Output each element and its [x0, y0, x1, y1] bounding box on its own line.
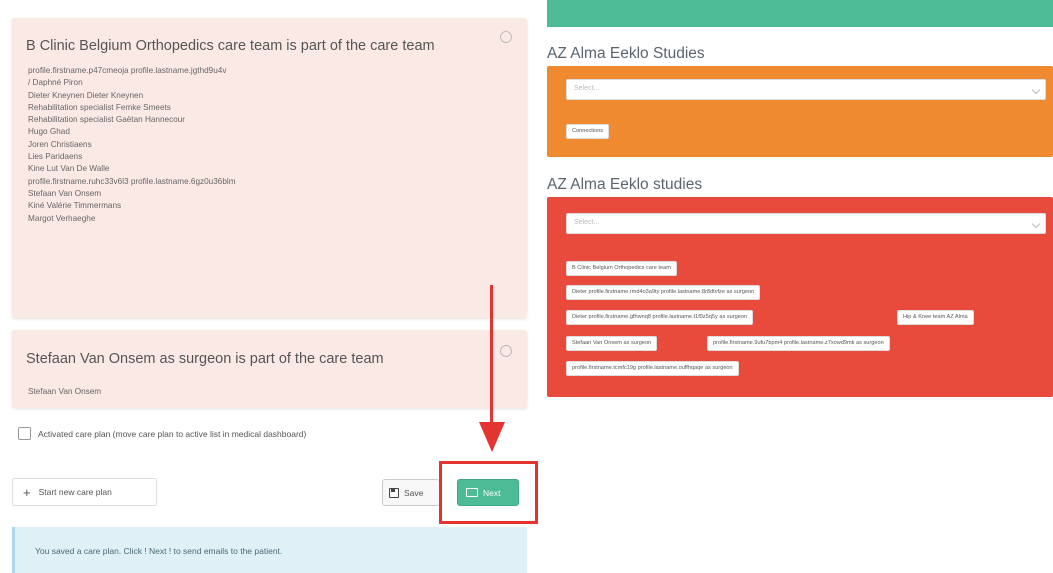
- start-new-care-plan-label: Start new care plan: [38, 487, 112, 497]
- list-item: Dieter Kneynen Dieter Kneynen: [28, 90, 144, 100]
- study-tag[interactable]: Stefaan Van Onsem as surgeon: [566, 336, 658, 351]
- list-item: Kine Lut Van De Walle: [28, 164, 110, 174]
- study-tag[interactable]: Dieter profile.firstname.rmd4o3a9ty prof…: [566, 285, 761, 300]
- study-select[interactable]: Select...: [566, 79, 1046, 100]
- member-list: profile.firstname.p47cmeoja profile.last…: [28, 65, 236, 225]
- study-tag[interactable]: Dieter profile.firstname.gfhwnq8 profile…: [566, 310, 754, 325]
- annotation-arrow-head: [479, 422, 505, 452]
- select-placeholder: Select...: [574, 219, 600, 226]
- list-item: profile.firstname.ruhc33v6l3 profile.las…: [28, 176, 236, 186]
- list-item: Lies Paridaens: [28, 152, 83, 162]
- info-alert: You saved a care plan. Click ! Next ! to…: [12, 527, 527, 573]
- care-team-card: Stefaan Van Onsem as surgeon is part of …: [12, 330, 527, 408]
- annotation-highlight-box: [439, 461, 538, 524]
- save-button[interactable]: Save: [382, 479, 440, 506]
- list-item: Rehabilitation specialist Gaëtan Hanneco…: [28, 115, 186, 125]
- study-title: AZ Alma Eeklo Studies: [547, 45, 705, 62]
- select-placeholder: Select...: [574, 85, 600, 92]
- care-team-title: Stefaan Van Onsem as surgeon is part of …: [26, 351, 384, 367]
- activated-care-plan-row: Activated care plan (move care plan to a…: [18, 427, 306, 440]
- study-tag[interactable]: profile.firstname.9ufu7bpm4 profile.last…: [707, 336, 890, 351]
- list-item: profile.firstname.p47cmeoja profile.last…: [28, 66, 227, 75]
- list-item: Hugo Ghad: [28, 127, 70, 137]
- list-item: / Daphné Piron: [28, 78, 83, 88]
- start-new-care-plan-button[interactable]: + Start new care plan: [12, 478, 157, 506]
- plus-icon: +: [23, 484, 31, 500]
- study-panel: Select... Connections: [547, 66, 1053, 157]
- list-item: Kiné Valérie Timmermans: [28, 201, 122, 211]
- list-item: Joren Christiaens: [28, 139, 92, 149]
- list-item: Stefaan Van Onsem: [28, 387, 102, 396]
- care-team-card: B Clinic Belgium Orthopedics care team i…: [12, 18, 527, 318]
- study-tag[interactable]: B Clinic Belgium Orthopedics care team: [566, 261, 677, 276]
- teal-header-bar: [547, 0, 1053, 27]
- study-tag[interactable]: profile.firstname.tcmfc19g profile.lastn…: [566, 361, 739, 376]
- activated-care-plan-label[interactable]: Activated care plan (move care plan to a…: [38, 429, 306, 439]
- save-label: Save: [404, 487, 424, 498]
- study-tag[interactable]: Connections: [566, 124, 610, 139]
- study-select[interactable]: Select...: [566, 213, 1046, 234]
- floppy-disk-icon: [389, 487, 399, 498]
- close-circle-icon[interactable]: [500, 31, 512, 43]
- list-item: Margot Verhaeghe: [28, 213, 96, 223]
- chevron-down-icon: [1031, 219, 1041, 229]
- chevron-down-icon: [1031, 85, 1041, 95]
- list-item: Rehabilitation specialist Femke Smeets: [28, 102, 171, 112]
- info-message: You saved a care plan. Click ! Next ! to…: [35, 546, 283, 556]
- study-title: AZ Alma Eeklo studies: [547, 176, 703, 193]
- close-circle-icon[interactable]: [500, 345, 512, 357]
- study-tag[interactable]: Hip & Knee team AZ Alma: [897, 310, 974, 325]
- study-panel: Select... B Clinic Belgium Orthopedics c…: [547, 197, 1053, 397]
- activated-care-plan-checkbox[interactable]: [18, 427, 31, 440]
- annotation-arrow: [490, 285, 493, 425]
- care-team-title: B Clinic Belgium Orthopedics care team i…: [26, 38, 435, 54]
- list-item: Stefaan Van Onsem: [28, 188, 102, 198]
